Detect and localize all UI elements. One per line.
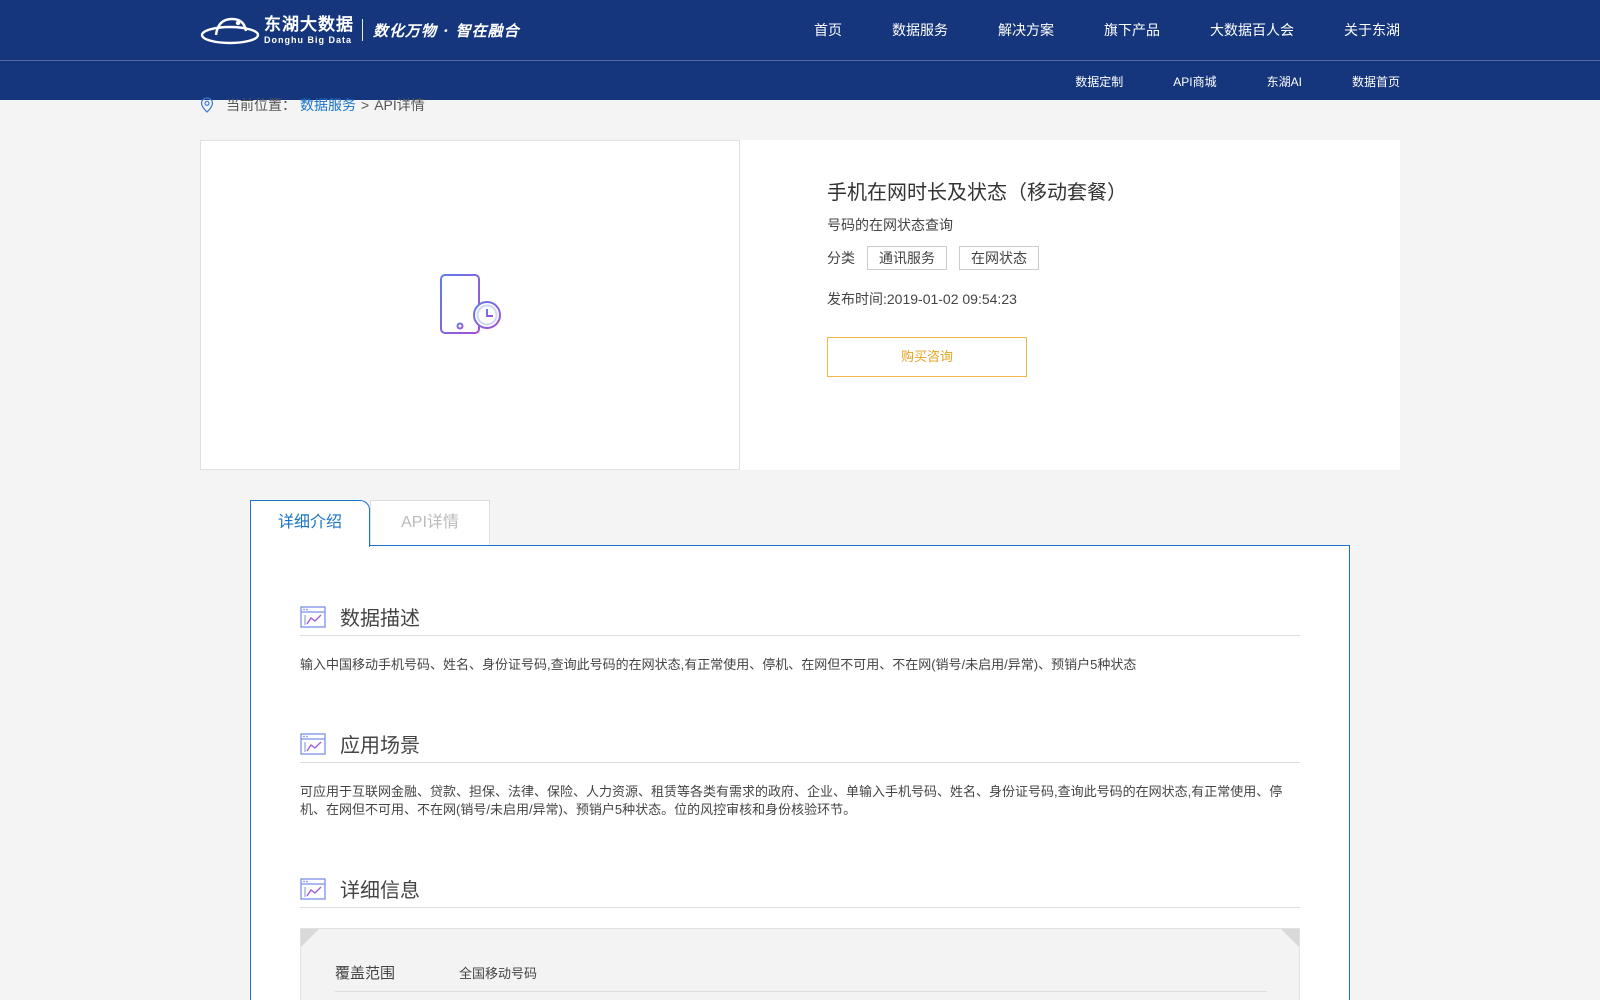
product-description: 号码的在网状态查询	[827, 217, 953, 233]
logo-divider	[362, 19, 363, 41]
detail-panel: 数据描述 输入中国移动手机号码、姓名、身份证号码,查询此号码的在网状态,有正常使…	[250, 545, 1350, 1000]
sub-navbar: 数据定制 API商城 东湖AI 数据首页	[0, 60, 1600, 100]
breadcrumb-current: API详情	[374, 97, 425, 113]
phone-clock-icon	[440, 274, 501, 334]
product-title: 手机在网时长及状态（移动套餐）	[827, 182, 1127, 204]
nav-solutions[interactable]: 解决方案	[998, 20, 1054, 40]
main-nav: 首页 数据服务 解决方案 旗下产品 大数据百人会 关于东湖	[764, 0, 1400, 60]
section-header: 应用场景	[300, 725, 1300, 763]
breadcrumb-separator: >	[361, 97, 370, 113]
info-value: 全国移动号码	[459, 966, 538, 981]
section-title: 应用场景	[340, 735, 420, 757]
info-key: 覆盖范围	[335, 965, 396, 982]
nav-bigdata-club[interactable]: 大数据百人会	[1210, 20, 1294, 40]
brand-name-en: Donghu Big Data	[264, 34, 352, 45]
subnav-api-store[interactable]: API商城	[1173, 73, 1216, 90]
location-pin-icon	[200, 97, 214, 113]
section-data-description: 数据描述 输入中国移动手机号码、姓名、身份证号码,查询此号码的在网状态,有正常使…	[300, 598, 1300, 674]
section-header: 数据描述	[300, 598, 1300, 636]
tab-detail-intro[interactable]: 详细介绍	[250, 500, 370, 547]
publish-time: 发布时间:2019-01-02 09:54:23	[827, 291, 1017, 307]
buy-consult-button[interactable]: 购买咨询	[827, 337, 1027, 377]
chart-window-icon	[300, 732, 326, 755]
chart-window-icon	[300, 877, 326, 900]
section-title: 详细信息	[340, 880, 420, 902]
section-header: 详细信息	[300, 870, 1300, 908]
nav-home[interactable]: 首页	[814, 20, 842, 40]
tag-online-status[interactable]: 在网状态	[959, 246, 1039, 270]
corner-decoration	[301, 929, 319, 947]
brand-name-cn: 东湖大数据	[264, 14, 354, 34]
nav-data-service[interactable]: 数据服务	[892, 20, 948, 40]
category-label: 分类	[827, 250, 855, 266]
section-body: 输入中国移动手机号码、姓名、身份证号码,查询此号码的在网状态,有正常使用、停机、…	[300, 657, 1137, 672]
chart-window-icon	[300, 605, 326, 628]
logo-icon	[200, 17, 260, 45]
category-row: 分类 通讯服务 在网状态	[827, 246, 1039, 270]
table-row: 覆盖范围 全国移动号码	[335, 954, 1267, 992]
sub-nav: 数据定制 API商城 东湖AI 数据首页	[1025, 61, 1400, 101]
brand-logo[interactable]: 东湖大数据 Donghu Big Data 数化万物 · 智在融合	[200, 12, 520, 48]
logo-text: 东湖大数据 Donghu Big Data	[264, 15, 354, 46]
detail-tabs: 详细介绍 API详情	[250, 500, 490, 547]
breadcrumb-prefix: 当前位置：	[226, 97, 296, 113]
subnav-donghu-ai[interactable]: 东湖AI	[1267, 73, 1302, 90]
product-image	[200, 140, 740, 470]
subnav-data-home[interactable]: 数据首页	[1352, 73, 1400, 90]
section-body: 可应用于互联网金融、贷款、担保、法律、保险、人力资源、租赁等各类有需求的政府、企…	[300, 784, 1283, 817]
brand-slogan: 数化万物 · 智在融合	[373, 21, 520, 40]
subnav-data-custom[interactable]: 数据定制	[1075, 73, 1123, 90]
detail-info-table: 覆盖范围 全国移动号码	[300, 928, 1300, 1000]
section-application-scenarios: 应用场景 可应用于互联网金融、贷款、担保、法律、保险、人力资源、租赁等各类有需求…	[300, 725, 1300, 819]
breadcrumb-link-data-service[interactable]: 数据服务	[300, 95, 356, 115]
section-title: 数据描述	[340, 608, 420, 630]
corner-decoration	[1281, 929, 1299, 947]
nav-products[interactable]: 旗下产品	[1104, 20, 1160, 40]
tag-telecom-service[interactable]: 通讯服务	[867, 246, 947, 270]
nav-about[interactable]: 关于东湖	[1344, 20, 1400, 40]
breadcrumb: 当前位置： 数据服务 > API详情	[200, 96, 425, 114]
product-card: 手机在网时长及状态（移动套餐） 号码的在网状态查询 分类 通讯服务 在网状态 发…	[200, 140, 1400, 470]
tab-api-detail[interactable]: API详情	[370, 500, 490, 546]
section-detail-info: 详细信息	[300, 870, 1300, 908]
top-navbar: 东湖大数据 Donghu Big Data 数化万物 · 智在融合 首页 数据服…	[0, 0, 1600, 60]
